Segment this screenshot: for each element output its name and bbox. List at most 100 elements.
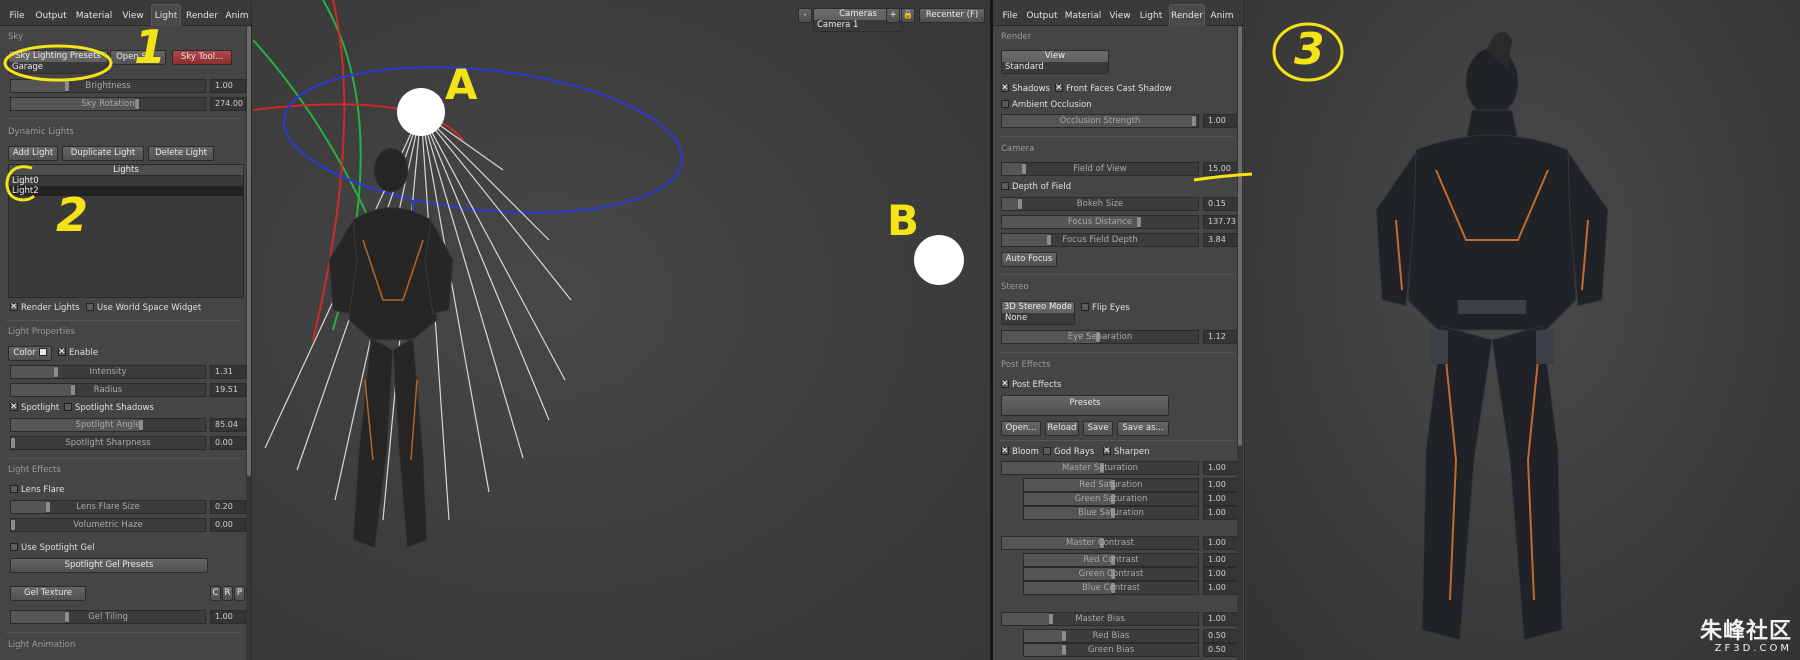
post-reload-button[interactable]: Reload	[1045, 421, 1079, 436]
camera-lock-button[interactable]: 🔒	[901, 8, 915, 23]
camera-minus-button[interactable]: -	[798, 8, 812, 23]
lens-flare-size-value[interactable]: 0.20	[210, 500, 246, 514]
lens-flare-size-slider[interactable]: Lens Flare Size	[10, 500, 206, 514]
stereo-mode-dropdown[interactable]: 3D Stereo Mode None	[1001, 301, 1075, 325]
red-bias-slider[interactable]: Red Bias	[1023, 629, 1199, 643]
spotlight-angle-value[interactable]: 85.04	[210, 418, 246, 432]
render-preview[interactable]: 3 朱峰社区 ZF3D.COM	[1246, 0, 1800, 660]
master-contrast-value[interactable]: 1.00	[1203, 536, 1239, 550]
color-button[interactable]: Color	[8, 346, 52, 361]
camera-plus-button[interactable]: +	[886, 8, 900, 23]
bokeh-size-value[interactable]: 0.15	[1203, 197, 1239, 211]
tab-anim[interactable]: Anim	[1209, 7, 1235, 25]
red-bias-value[interactable]: 0.50	[1203, 629, 1239, 643]
green-saturation-value[interactable]: 1.00	[1203, 492, 1239, 506]
tab-file[interactable]: File	[6, 7, 28, 25]
occlusion-strength-slider[interactable]: Occlusion Strength	[1001, 114, 1199, 128]
volumetric-haze-slider[interactable]: Volumetric Haze	[10, 518, 206, 532]
spotlight-checkbox[interactable]: Spotlight	[10, 401, 59, 414]
spotlight-gel-presets-button[interactable]: Spotlight Gel Presets	[10, 558, 208, 573]
front-faces-shadow-checkbox[interactable]: Front Faces Cast Shadow	[1055, 82, 1172, 95]
lens-flare-checkbox[interactable]: Lens Flare	[10, 484, 64, 496]
brightness-value[interactable]: 1.00	[210, 79, 246, 93]
post-presets-button[interactable]: Presets	[1001, 395, 1169, 416]
enable-checkbox[interactable]: Enable	[58, 346, 98, 359]
spotlight-angle-slider[interactable]: Spotlight Angle	[10, 418, 206, 432]
left-panel-scrollbar[interactable]	[246, 26, 251, 660]
blue-contrast-slider[interactable]: Blue Contrast	[1023, 581, 1199, 595]
3d-viewport[interactable]: - Cameras Camera 1 + 🔒 Recenter (F) A B	[253, 0, 990, 660]
spotlight-sharpness-slider[interactable]: Spotlight Sharpness	[10, 436, 206, 450]
flip-eyes-checkbox[interactable]: Flip Eyes	[1081, 302, 1130, 314]
depth-of-field-checkbox[interactable]: Depth of Field	[1001, 181, 1071, 193]
radius-slider[interactable]: Radius	[10, 383, 206, 397]
intensity-value[interactable]: 1.31	[210, 365, 246, 379]
tab-file[interactable]: File	[999, 7, 1021, 25]
add-light-button[interactable]: Add Light	[8, 146, 58, 161]
focus-field-depth-slider[interactable]: Focus Field Depth	[1001, 233, 1199, 247]
post-save-as-button[interactable]: Save as...	[1117, 421, 1169, 436]
green-contrast-value[interactable]: 1.00	[1203, 567, 1239, 581]
tab-output[interactable]: Output	[1025, 7, 1059, 25]
auto-focus-button[interactable]: Auto Focus	[1001, 252, 1057, 267]
gel-tiling-value[interactable]: 1.00	[210, 610, 246, 624]
bloom-checkbox[interactable]: Bloom	[1001, 445, 1039, 458]
green-bias-value[interactable]: 0.50	[1203, 643, 1239, 657]
scrollbar-thumb[interactable]	[1238, 26, 1242, 446]
sharpen-checkbox[interactable]: Sharpen	[1103, 445, 1150, 458]
light-item-light0[interactable]: Light0	[9, 176, 243, 186]
eye-separation-slider[interactable]: Eye Separation	[1001, 330, 1199, 344]
post-effects-checkbox[interactable]: Post Effects	[1001, 378, 1061, 391]
intensity-slider[interactable]: Intensity	[10, 365, 206, 379]
lights-list[interactable]: Lights Light0 Light2	[8, 164, 244, 298]
master-contrast-slider[interactable]: Master Contrast	[1001, 536, 1199, 550]
spotlight-gel-checkbox[interactable]: Use Spotlight Gel	[10, 542, 95, 554]
gel-tiling-slider[interactable]: Gel Tiling	[10, 610, 206, 624]
focus-distance-slider[interactable]: Focus Distance	[1001, 215, 1199, 229]
eye-separation-value[interactable]: 1.12	[1203, 330, 1239, 344]
master-bias-slider[interactable]: Master Bias	[1001, 612, 1199, 626]
occlusion-strength-value[interactable]: 1.00	[1203, 114, 1239, 128]
delete-light-button[interactable]: Delete Light	[148, 146, 214, 161]
master-bias-value[interactable]: 1.00	[1203, 612, 1239, 626]
tab-view[interactable]: View	[1107, 7, 1133, 25]
gel-texture-button[interactable]: Gel Texture	[10, 586, 86, 601]
green-bias-slider[interactable]: Green Bias	[1023, 643, 1199, 657]
blue-contrast-value[interactable]: 1.00	[1203, 581, 1239, 595]
spotlight-sharpness-value[interactable]: 0.00	[210, 436, 246, 450]
tab-render[interactable]: Render	[1169, 4, 1205, 26]
green-contrast-slider[interactable]: Green Contrast	[1023, 567, 1199, 581]
recenter-button[interactable]: Recenter (F)	[919, 8, 985, 23]
sky-rotation-value[interactable]: 274.00	[210, 97, 246, 111]
scrollbar-thumb[interactable]	[247, 26, 251, 476]
tab-material[interactable]: Material	[74, 7, 114, 25]
gel-r-button[interactable]: R	[222, 586, 233, 601]
ambient-occlusion-checkbox[interactable]: Ambient Occlusion	[1001, 99, 1092, 111]
red-saturation-value[interactable]: 1.00	[1203, 478, 1239, 492]
view-mode-dropdown[interactable]: View Standard	[1001, 50, 1109, 74]
blue-saturation-value[interactable]: 1.00	[1203, 506, 1239, 520]
sky-tool-button[interactable]: Sky Tool...	[172, 50, 232, 65]
god-rays-checkbox[interactable]: God Rays	[1043, 446, 1094, 458]
tab-material[interactable]: Material	[1063, 7, 1103, 25]
master-saturation-slider[interactable]: Master Saturation	[1001, 461, 1199, 475]
blue-saturation-slider[interactable]: Blue Saturation	[1023, 506, 1199, 520]
gel-c-button[interactable]: C	[210, 586, 221, 601]
red-saturation-slider[interactable]: Red Saturation	[1023, 478, 1199, 492]
red-contrast-value[interactable]: 1.00	[1203, 553, 1239, 567]
world-space-widget-checkbox[interactable]: Use World Space Widget	[86, 302, 201, 314]
red-contrast-slider[interactable]: Red Contrast	[1023, 553, 1199, 567]
spotlight-shadows-checkbox[interactable]: Spotlight Shadows	[64, 402, 154, 414]
render-lights-checkbox[interactable]: Render Lights	[10, 301, 80, 314]
field-of-view-slider[interactable]: Field of View	[1001, 162, 1199, 176]
focus-field-depth-value[interactable]: 3.84	[1203, 233, 1239, 247]
post-save-button[interactable]: Save	[1083, 421, 1113, 436]
sky-rotation-slider[interactable]: Sky Rotation	[10, 97, 206, 111]
master-saturation-value[interactable]: 1.00	[1203, 461, 1239, 475]
shadows-checkbox[interactable]: Shadows	[1001, 82, 1050, 95]
light-item-light2[interactable]: Light2	[9, 186, 243, 196]
right-panel-scrollbar[interactable]	[1237, 26, 1243, 660]
bokeh-size-slider[interactable]: Bokeh Size	[1001, 197, 1199, 211]
tab-output[interactable]: Output	[34, 7, 68, 25]
tab-anim[interactable]: Anim	[224, 7, 250, 25]
